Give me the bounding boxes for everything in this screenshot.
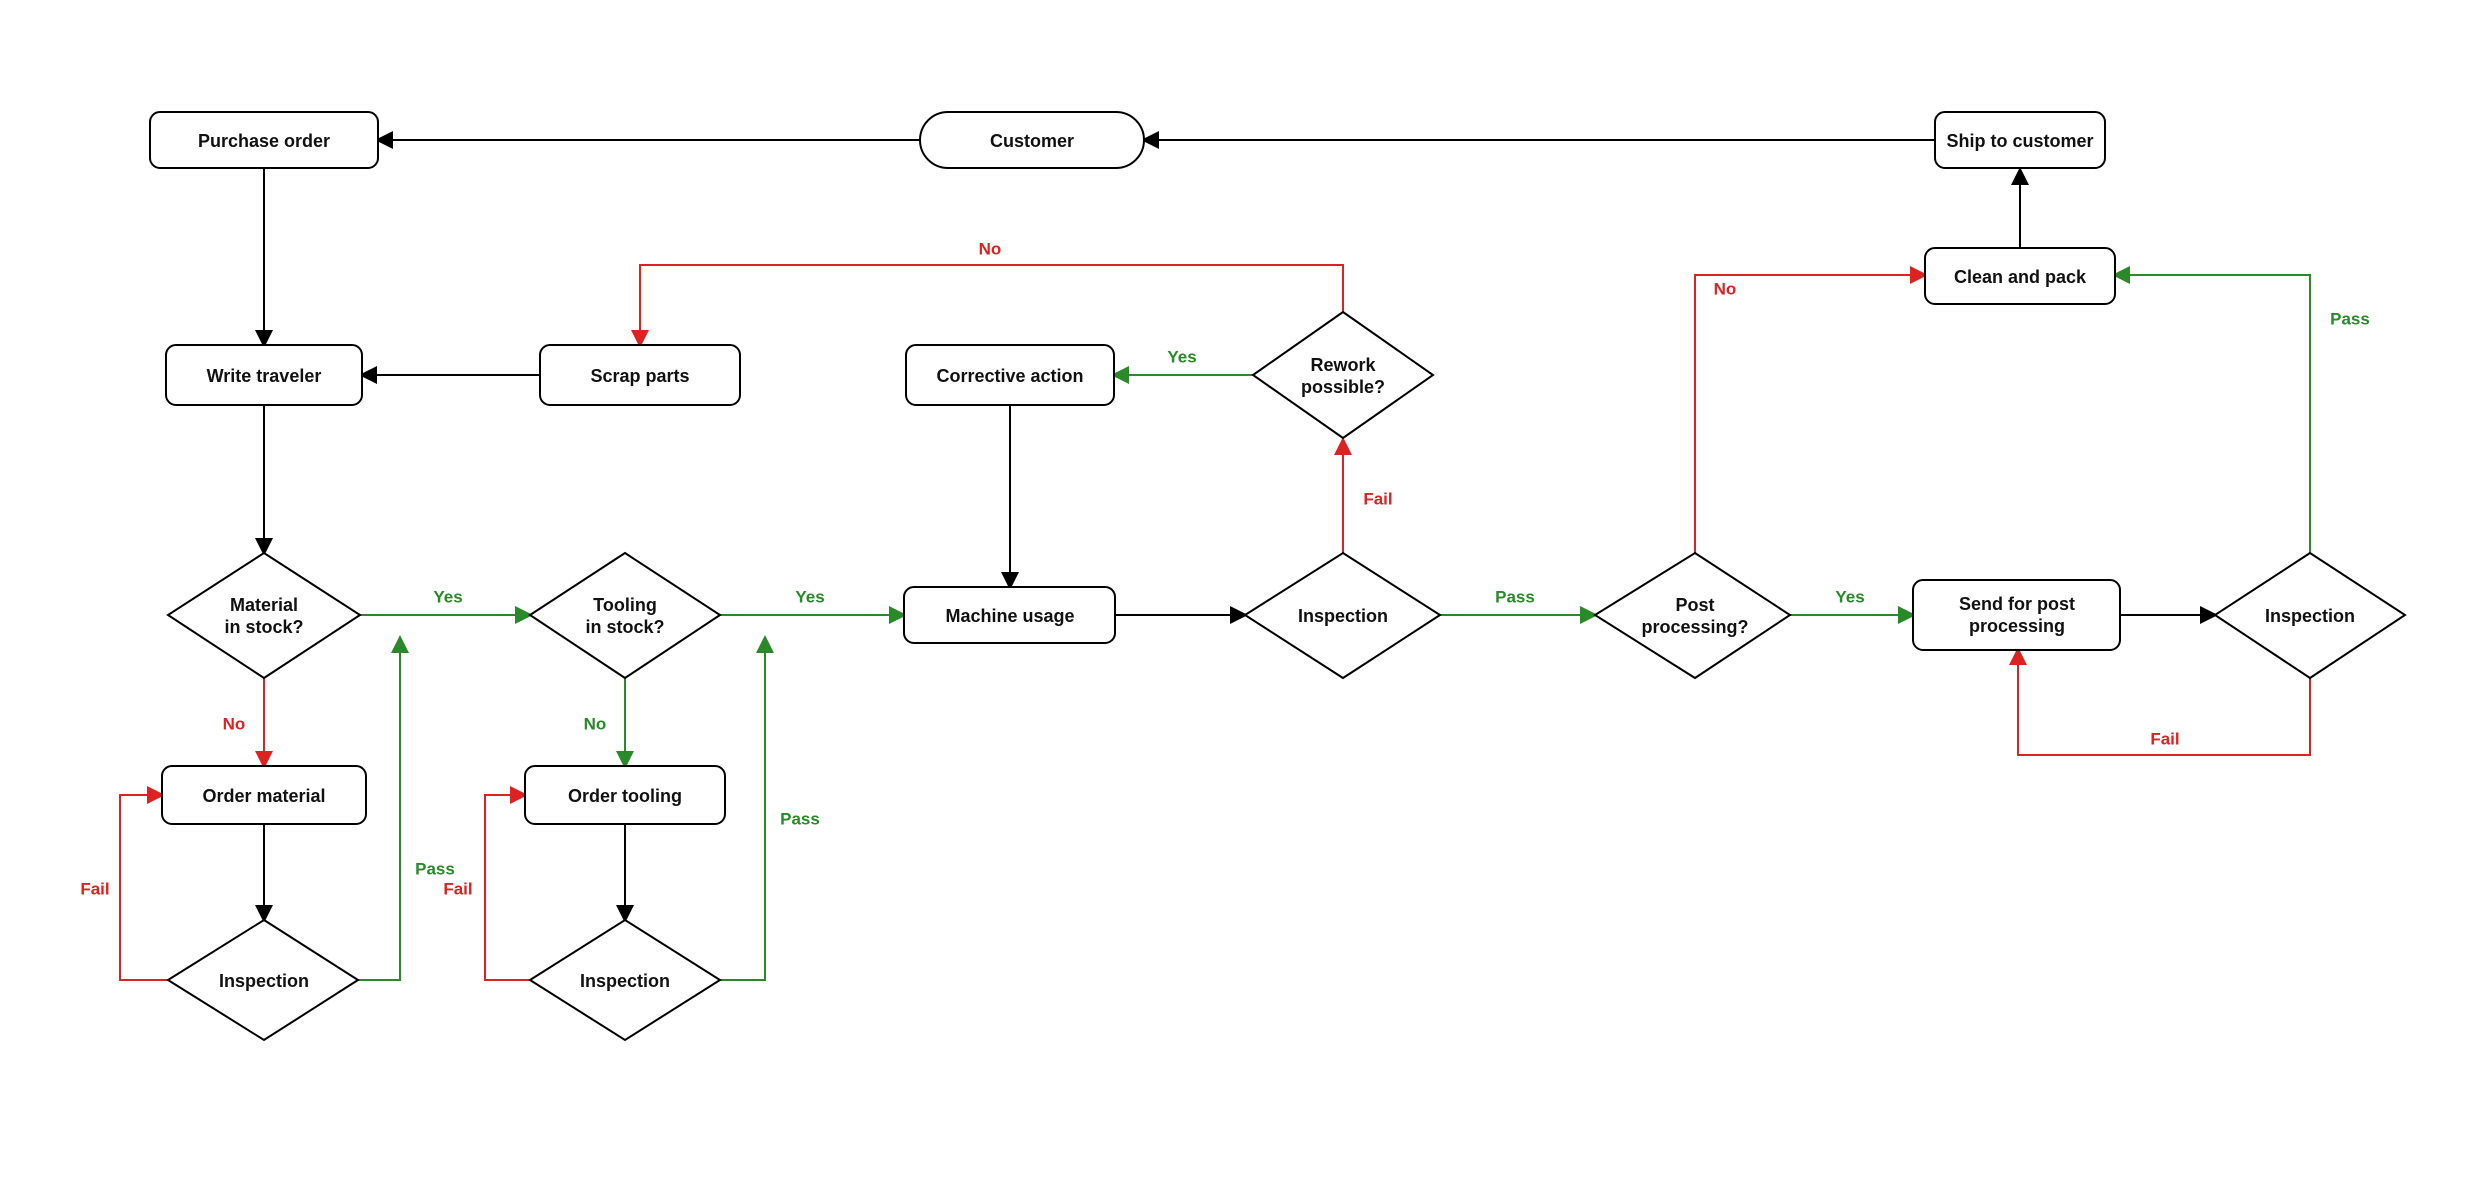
node-tooling-in-stock: Tooling in stock? [530, 553, 720, 678]
node-order-tooling: Order tooling [525, 766, 725, 824]
node-ship-to-customer: Ship to customer [1935, 112, 2105, 168]
label-rework-no: No [979, 239, 1002, 258]
node-write-traveler: Write traveler [166, 345, 362, 405]
label-insp2-fail: Fail [2150, 729, 2179, 748]
tooling-line2: in stock? [585, 617, 664, 637]
label-material-no: No [223, 714, 246, 733]
node-purchase-order: Purchase order [150, 112, 378, 168]
postproc-line2: processing? [1641, 617, 1748, 637]
edge-inspmat-fail [120, 795, 168, 980]
label-postproc-no: No [1714, 279, 1737, 298]
node-inspection-tooling: Inspection [530, 920, 720, 1040]
node-inspection-material: Inspection [168, 920, 358, 1040]
label-insp1-pass: Pass [1495, 587, 1535, 606]
sendpp-line1: Send for post [1959, 594, 2075, 614]
machine-usage-label: Machine usage [945, 606, 1074, 626]
scrap-parts-label: Scrap parts [590, 366, 689, 386]
edge-insptool-fail [485, 795, 530, 980]
insptool-label: Inspection [580, 971, 670, 991]
node-clean-and-pack: Clean and pack [1925, 248, 2115, 304]
edge-rework-no [640, 265, 1343, 345]
node-rework-possible: Rework possible? [1253, 312, 1433, 438]
node-customer: Customer [920, 112, 1144, 168]
label-tooling-no: No [584, 714, 607, 733]
label-rework-yes: Yes [1167, 347, 1196, 366]
ship-label: Ship to customer [1946, 131, 2093, 151]
order-tooling-label: Order tooling [568, 786, 682, 806]
customer-label: Customer [990, 131, 1074, 151]
tooling-line1: Tooling [593, 595, 657, 615]
node-inspection-2: Inspection [2215, 553, 2405, 678]
node-send-post-processing: Send for post processing [1913, 580, 2120, 650]
node-scrap-parts: Scrap parts [540, 345, 740, 405]
label-insptool-fail: Fail [443, 879, 472, 898]
label-insp2-pass: Pass [2330, 309, 2370, 328]
sendpp-line2: processing [1969, 616, 2065, 636]
write-traveler-label: Write traveler [207, 366, 322, 386]
rework-line2: possible? [1301, 377, 1385, 397]
edge-postproc-no [1695, 275, 1925, 553]
node-order-material: Order material [162, 766, 366, 824]
label-tooling-yes: Yes [795, 587, 824, 606]
label-postproc-yes: Yes [1835, 587, 1864, 606]
inspection1-label: Inspection [1298, 606, 1388, 626]
node-inspection-1: Inspection [1245, 553, 1440, 678]
order-material-label: Order material [202, 786, 325, 806]
label-insp1-fail: Fail [1363, 489, 1392, 508]
postproc-line1: Post [1675, 595, 1714, 615]
label-insptool-pass: Pass [780, 809, 820, 828]
label-inspmat-pass: Pass [415, 859, 455, 878]
label-inspmat-fail: Fail [80, 879, 109, 898]
node-machine-usage: Machine usage [904, 587, 1115, 643]
label-material-yes: Yes [433, 587, 462, 606]
material-line2: in stock? [224, 617, 303, 637]
material-line1: Material [230, 595, 298, 615]
node-post-processing: Post processing? [1595, 553, 1790, 678]
clean-pack-label: Clean and pack [1954, 267, 2087, 287]
purchase-order-label: Purchase order [198, 131, 330, 151]
rework-line1: Rework [1310, 355, 1376, 375]
flowchart: No Yes Fail Yes No Yes No Pass Yes No Pa… [0, 0, 2478, 1198]
inspmat-label: Inspection [219, 971, 309, 991]
node-material-in-stock: Material in stock? [168, 553, 360, 678]
inspection2-label: Inspection [2265, 606, 2355, 626]
node-corrective-action: Corrective action [906, 345, 1114, 405]
edge-insp2-pass [2115, 275, 2310, 552]
edge-insptool-pass [720, 638, 765, 980]
corrective-action-label: Corrective action [936, 366, 1083, 386]
